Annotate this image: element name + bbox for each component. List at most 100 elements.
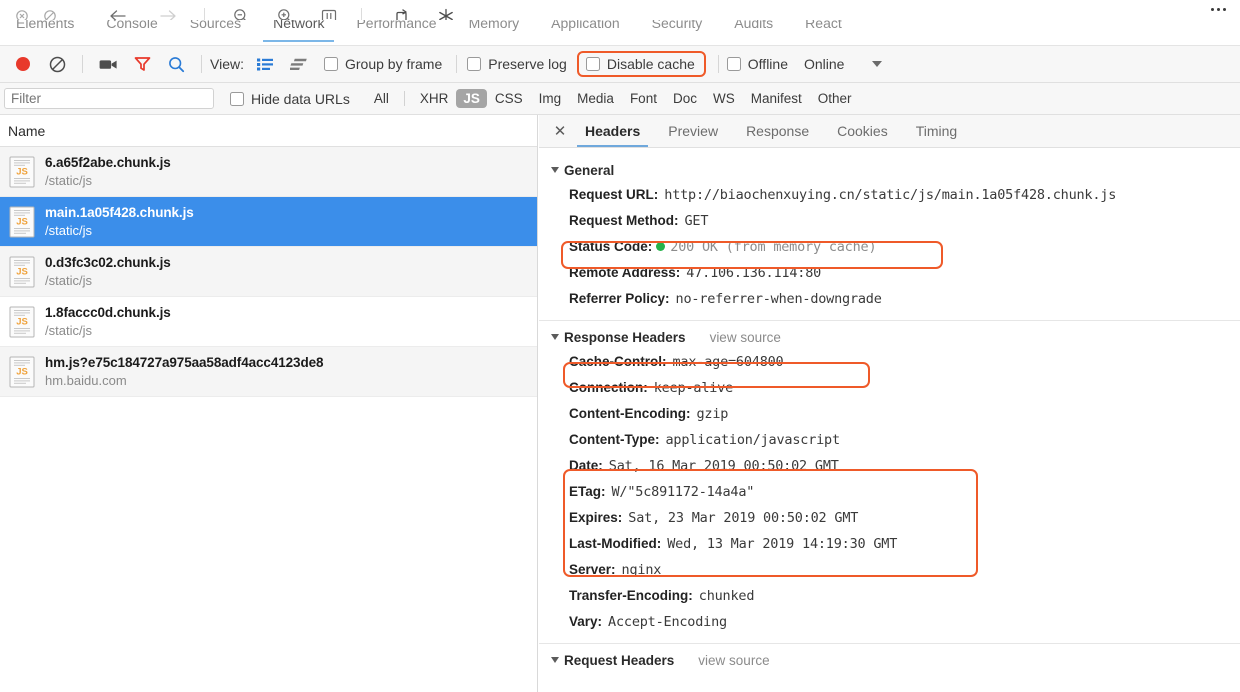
disable-cache-box[interactable] — [585, 57, 600, 71]
header-value: http://biaochenxuying.cn/static/js/main.… — [664, 187, 1117, 203]
panel-tab-elements[interactable]: Elements — [0, 20, 90, 42]
request-row[interactable]: JS 0.d3fc3c02.chunk.js/static/js — [0, 247, 537, 297]
filter-icon[interactable] — [125, 49, 159, 79]
panel-tab-sources[interactable]: Sources — [174, 20, 257, 42]
header-key: Status Code: — [569, 239, 653, 254]
detail-tab-cookies[interactable]: Cookies — [823, 115, 902, 147]
devtools-network-panel: Elements Console Sources Network Performance… — [0, 0, 1240, 692]
header-row: Connection: keep-alive — [539, 375, 1240, 401]
throttle-value-label[interactable]: Online — [804, 56, 844, 72]
filter-type-ws[interactable]: WS — [705, 89, 743, 108]
header-key: Expires: — [569, 510, 623, 525]
request-row[interactable]: JS 1.8faccc0d.chunk.js/static/js — [0, 297, 537, 347]
header-row: Cache-Control: max-age=604800 — [539, 349, 1240, 375]
view-source-link-response[interactable]: view source — [710, 330, 781, 345]
header-row: Vary: Accept-Encoding — [539, 609, 1240, 635]
panel-tab-audits[interactable]: Audits — [718, 20, 789, 42]
hide-data-urls-box[interactable] — [230, 91, 244, 106]
hide-data-urls-checkbox[interactable]: Hide data URLs — [230, 91, 350, 107]
clear-icon[interactable] — [40, 49, 74, 79]
request-path: hm.baidu.com — [45, 372, 127, 388]
request-name: 6.a65f2abe.chunk.js — [45, 154, 171, 170]
filter-type-doc[interactable]: Doc — [665, 89, 705, 108]
filter-type-media[interactable]: Media — [569, 89, 622, 108]
request-row[interactable]: JS main.1a05f428.chunk.js/static/js — [0, 197, 537, 247]
filter-type-all[interactable]: All — [366, 89, 397, 108]
panel-tab-label: Audits — [734, 20, 774, 31]
disable-cache-checkbox[interactable]: Disable cache — [576, 51, 706, 77]
record-button-icon[interactable] — [6, 49, 40, 79]
response-headers-section-header[interactable]: Response Headers view source — [539, 325, 1240, 349]
request-headers-section-header[interactable]: Request Headers view source — [539, 648, 1240, 672]
group-by-frame-checkbox[interactable]: Group by frame — [323, 56, 442, 72]
request-path: /static/js — [45, 222, 92, 238]
detail-tab-timing[interactable]: Timing — [902, 115, 972, 147]
panel-tab-performance[interactable]: Performance — [340, 20, 452, 42]
js-file-icon: JS — [9, 206, 35, 238]
offline-box[interactable] — [726, 57, 741, 71]
filter-type-font[interactable]: Font — [622, 89, 665, 108]
request-name: 1.8faccc0d.chunk.js — [45, 304, 171, 320]
filter-type-css[interactable]: CSS — [487, 89, 531, 108]
header-row: Content-Encoding: gzip — [539, 401, 1240, 427]
header-value: 200 OK (from memory cache) — [670, 239, 877, 255]
panel-tab-security[interactable]: Security — [636, 20, 719, 42]
request-row[interactable]: JS hm.js?e75c184727a975aa58adf4acc4123de8… — [0, 347, 537, 397]
filter-type-img[interactable]: Img — [531, 89, 570, 108]
general-section-header[interactable]: General — [539, 158, 1240, 182]
panel-tab-memory[interactable]: Memory — [453, 20, 536, 42]
network-toolbar: View: Group by frame Preserve log Disabl… — [0, 46, 1240, 83]
svg-text:JS: JS — [16, 166, 28, 177]
svg-text:JS: JS — [16, 316, 28, 327]
header-row: Content-Type: application/javascript — [539, 427, 1240, 453]
filter-divider — [403, 91, 405, 106]
preserve-log-box[interactable] — [467, 57, 482, 71]
panel-tab-label: Security — [651, 20, 703, 31]
header-row: Status Code: 200 OK (from memory cache) — [539, 234, 1240, 260]
resource-type-filters: All XHR JS CSS Img Media Font Doc WS Manifest Othe… — [366, 89, 860, 108]
filter-type-xhr[interactable]: XHR — [412, 89, 457, 108]
header-value: Sat, 16 Mar 2019 00:50:02 GMT — [608, 458, 839, 474]
section-divider — [539, 320, 1240, 321]
request-path: /static/js — [45, 322, 92, 338]
request-row[interactable]: JS 6.a65f2abe.chunk.js/static/js — [0, 147, 537, 197]
status-indicator-dot — [656, 242, 666, 251]
section-divider-2 — [539, 643, 1240, 644]
search-icon[interactable] — [159, 49, 193, 79]
header-row: Transfer-Encoding: chunked — [539, 583, 1240, 609]
header-key: Connection: — [569, 380, 648, 395]
filter-type-js[interactable]: JS — [456, 89, 487, 108]
request-list[interactable]: Name JS 6.a65f2abe.chunk.js/static/js JS ma… — [0, 115, 538, 692]
header-value: W/"5c891172-14a4a" — [611, 484, 755, 500]
waterfall-view-icon[interactable] — [286, 52, 312, 76]
request-name: 0.d3fc3c02.chunk.js — [45, 254, 171, 270]
chevron-down-icon[interactable] — [872, 61, 883, 67]
view-source-link-request[interactable]: view source — [698, 653, 769, 668]
header-key: Content-Encoding: — [569, 406, 691, 421]
group-by-frame-box[interactable] — [323, 57, 338, 71]
panel-tab-application[interactable]: Application — [535, 20, 636, 42]
capture-screenshots-icon[interactable] — [91, 49, 125, 79]
header-key: Request Method: — [569, 213, 679, 228]
header-row: Request Method: GET — [539, 208, 1240, 234]
more-options-icon[interactable] — [1211, 8, 1226, 11]
close-icon[interactable]: ✕ — [549, 122, 571, 140]
detail-tab-bar: ✕ Headers Preview Response Cookies Timing — [539, 115, 1240, 148]
panel-tab-console[interactable]: Console — [90, 20, 173, 42]
header-value: 47.106.136.114:80 — [686, 265, 822, 281]
detail-tab-headers[interactable]: Headers — [571, 115, 654, 147]
detail-tab-response[interactable]: Response — [732, 115, 823, 147]
panel-tab-network[interactable]: Network — [257, 20, 340, 42]
detail-tab-preview[interactable]: Preview — [654, 115, 732, 147]
panel-tab-react[interactable]: React — [789, 20, 858, 42]
search-input[interactable] — [4, 88, 214, 109]
header-key: Vary: — [569, 614, 603, 629]
filter-type-other[interactable]: Other — [810, 89, 860, 108]
list-view-icon[interactable] — [252, 52, 278, 76]
offline-checkbox[interactable]: Offline — [726, 56, 788, 72]
preserve-log-checkbox[interactable]: Preserve log — [467, 56, 567, 72]
panel-tab-label: React — [805, 20, 842, 31]
filter-type-manifest[interactable]: Manifest — [743, 89, 810, 108]
chevron-down-icon — [551, 167, 559, 173]
panel-tab-label: Network — [273, 20, 325, 31]
